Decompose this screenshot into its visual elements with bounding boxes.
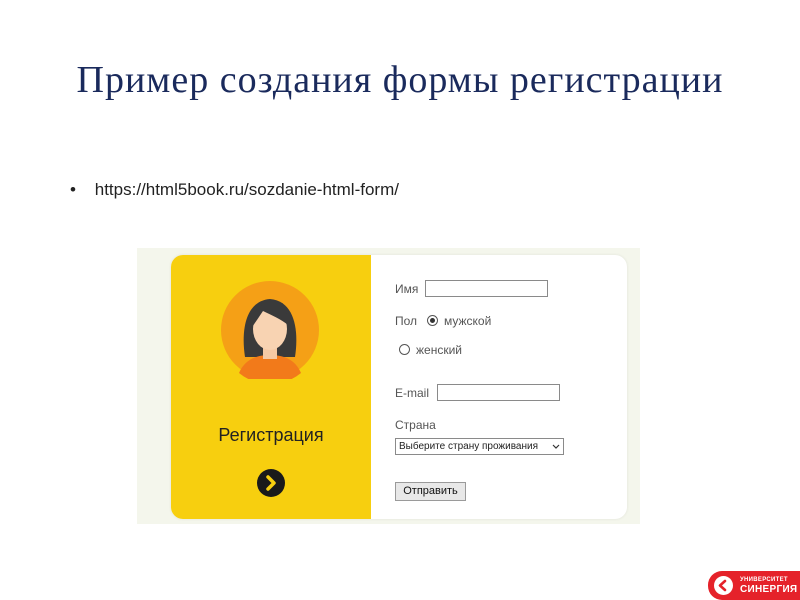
email-input[interactable] (437, 384, 560, 401)
chevron-right-icon[interactable] (257, 469, 285, 497)
form-screenshot: Регистрация Имя Пол мужской женский E-ma… (137, 248, 640, 524)
tutorial-link[interactable]: https://html5book.ru/sozdanie-html-form/ (95, 180, 399, 199)
bullet-item: • https://html5book.ru/sozdanie-html-for… (70, 180, 399, 200)
email-label: E-mail (395, 386, 430, 400)
name-input[interactable] (425, 280, 548, 297)
logo-main-text: СИНЕРГИЯ (740, 584, 798, 595)
registration-title: Регистрация (218, 425, 324, 445)
gender-male-label: мужской (444, 314, 492, 328)
synergy-logo-mark-icon (714, 576, 733, 595)
registration-left-panel: Регистрация (171, 255, 371, 519)
gender-female-radio[interactable] (399, 344, 410, 355)
registration-form: Имя Пол мужской женский E-mail Страна Вы… (395, 255, 627, 519)
gender-female-label: женский (416, 343, 462, 357)
woman-avatar-icon (221, 281, 319, 385)
slide-title: Пример создания формы регистрации (76, 59, 724, 101)
submit-button[interactable]: Отправить (395, 482, 466, 501)
synergy-university-logo: УНИВЕРСИТЕТ СИНЕРГИЯ (708, 571, 800, 600)
gender-male-radio[interactable] (427, 315, 438, 326)
country-label: Страна (395, 418, 436, 432)
gender-label: Пол (395, 314, 418, 328)
name-label: Имя (395, 282, 419, 296)
bullet-dot: • (70, 180, 76, 199)
logo-top-text: УНИВЕРСИТЕТ (740, 577, 788, 583)
country-select-value: Выберите страну проживания (399, 441, 538, 452)
chevron-down-icon (552, 439, 560, 459)
registration-card: Регистрация Имя Пол мужской женский E-ma… (171, 255, 627, 519)
country-select[interactable]: Выберите страну проживания (395, 438, 564, 455)
